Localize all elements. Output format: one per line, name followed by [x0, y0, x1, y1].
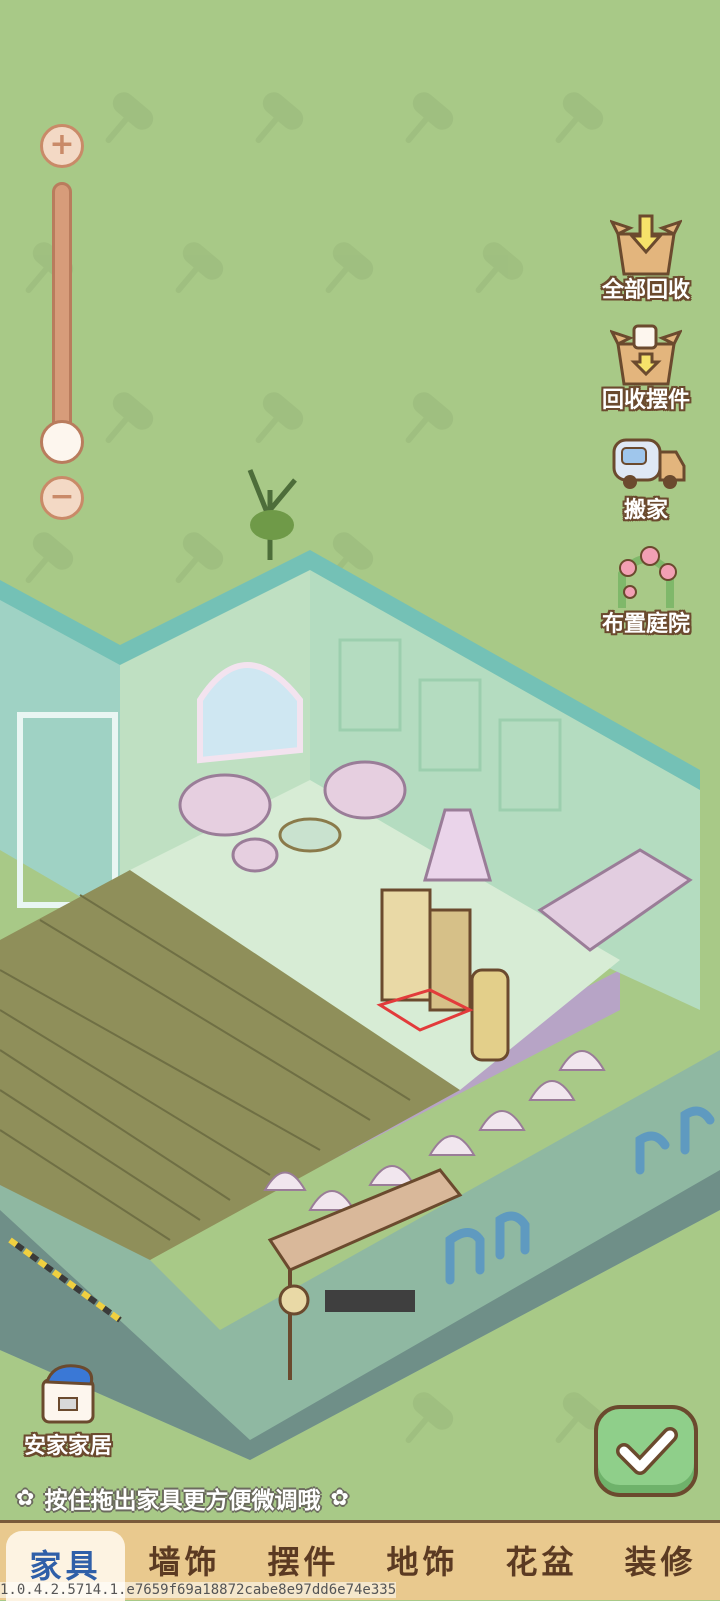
zoom-slider-track[interactable]: [52, 182, 72, 442]
plus-icon: +: [49, 127, 75, 162]
tab-flower-pots[interactable]: 花盆: [482, 1527, 601, 1597]
box-arrow-icon: [609, 212, 683, 276]
tab-renovation[interactable]: 装修: [601, 1527, 720, 1597]
hint-text: 按住拖出家具更方便微调哦: [44, 1488, 321, 1514]
room-scene[interactable]: [0, 450, 720, 1460]
recycle-all-label: 全部回收: [601, 278, 690, 303]
shopping-bag-icon: [41, 1364, 95, 1424]
zoom-in-button[interactable]: +: [40, 124, 84, 168]
brand-label: 安家家居: [23, 1434, 112, 1459]
flower-icon: ✿: [330, 1485, 349, 1511]
recycle-decor-label: 回收摆件: [601, 388, 690, 413]
recycle-all-button[interactable]: 全部回收: [586, 212, 706, 304]
brand-shop-button[interactable]: 安家家居: [18, 1360, 118, 1460]
recycle-decor-button[interactable]: 回收摆件: [586, 322, 706, 414]
box-cup-icon: [609, 322, 683, 386]
version-label: 1.0.4.2.5714.1.e7659f69a18872cabe8e97dd6…: [0, 1582, 397, 1598]
hint-bar: ✿ 按住拖出家具更方便微调哦 ✿: [0, 1478, 720, 1518]
flower-icon: ✿: [16, 1485, 35, 1511]
